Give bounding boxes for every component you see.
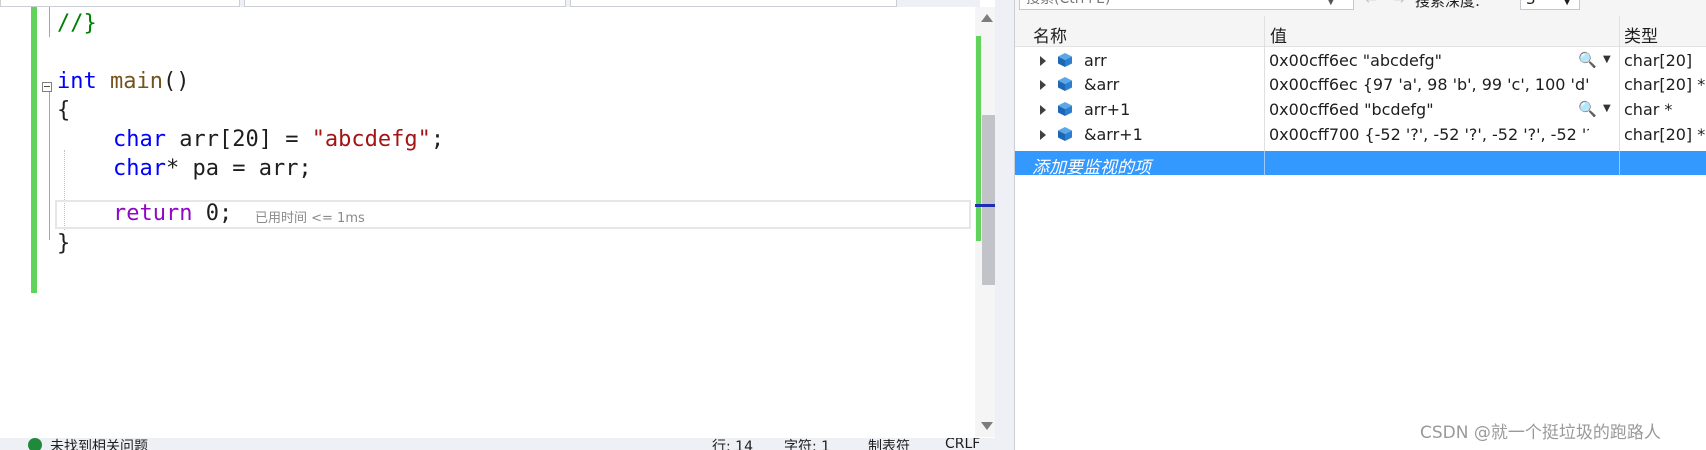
string-token: "abcdefg" [311, 127, 431, 152]
code-line-7[interactable]: return 0; [113, 199, 232, 229]
editor-status-bar: 未找到相关问题 行: 14 字符: 1 制表符 CRLF [0, 438, 995, 450]
scroll-up-arrow-icon[interactable] [981, 14, 993, 22]
line-number[interactable]: 行: 14 [712, 438, 753, 450]
tabs-indicator[interactable]: 制表符 [868, 438, 910, 450]
char-number[interactable]: 字符: 1 [784, 438, 830, 450]
code-line-6[interactable]: char* pa = arr; [113, 154, 312, 184]
code-line-8[interactable]: } [57, 229, 70, 259]
watch-type: char[20] [1624, 51, 1693, 70]
watch-name: &arr [1084, 75, 1120, 94]
watch-value[interactable]: 0x00cff700 {-52 '?', -52 '?', -52 '?', -… [1269, 125, 1589, 144]
watch-grid-header [1015, 16, 1706, 47]
code-token: ; [430, 127, 445, 152]
code-line-3[interactable]: int main() [57, 67, 189, 97]
search-back-arrow-icon[interactable]: ← [1365, 0, 1377, 8]
magnifier-icon[interactable]: 🔍 [1578, 100, 1597, 118]
variable-cube-icon [1058, 127, 1072, 141]
perf-tip[interactable]: 已用时间 <= 1ms [255, 207, 365, 226]
column-divider [1619, 151, 1620, 175]
column-divider [1264, 151, 1265, 175]
change-tracking-bar [31, 7, 37, 293]
keyword-token: int [57, 69, 97, 94]
watch-row[interactable]: arr+1 0x00cff6ed "bcdefg" 🔍 ▼ char * [1015, 97, 1706, 122]
comment-token: //} [57, 11, 97, 36]
code-token: { [57, 98, 71, 123]
watch-name: &arr+1 [1084, 125, 1143, 144]
column-header-value[interactable]: 值 [1270, 22, 1287, 47]
visualizer-dropdown-arrow-icon[interactable]: ▼ [1603, 54, 1611, 65]
add-watch-row[interactable]: 添加要监视的项 [1015, 151, 1706, 178]
search-input[interactable] [1020, 0, 1332, 9]
check-circle-icon [28, 438, 42, 450]
code-editor[interactable]: //} int main() { char arr[20] = "abcdefg… [0, 0, 980, 450]
watch-row[interactable]: &arr+1 0x00cff700 {-52 '?', -52 '?', -52… [1015, 122, 1706, 147]
function-token: main [110, 69, 163, 94]
expand-arrow-icon[interactable] [1040, 130, 1046, 140]
issues-status[interactable]: 未找到相关问题 [50, 438, 148, 450]
number-token: 0 [205, 201, 219, 226]
search-forward-arrow-icon[interactable]: → [1393, 0, 1405, 8]
watch-row[interactable]: &arr 0x00cff6ec {97 'a', 98 'b', 99 'c',… [1015, 72, 1706, 97]
expand-arrow-icon[interactable] [1040, 105, 1046, 115]
code-token: () [162, 69, 190, 94]
editor-navigation-bar [0, 0, 980, 7]
variable-cube-icon [1058, 77, 1072, 91]
eol-indicator[interactable]: CRLF [945, 438, 980, 450]
code-token: * pa = arr; [165, 156, 312, 181]
outline-line [49, 92, 50, 240]
outline-line [49, 7, 50, 37]
watch-row[interactable]: arr 0x00cff6ec "abcdefg" 🔍 ▼ char[20] [1015, 48, 1706, 73]
scrollbar-change-marker [976, 36, 981, 241]
search-depth-select[interactable]: 3 ▼ [1520, 0, 1580, 10]
watch-type: char[20] * [1624, 75, 1706, 94]
keyword-token: char [113, 127, 166, 152]
visualizer-dropdown-arrow-icon[interactable]: ▼ [1603, 103, 1611, 114]
search-depth-value: 3 [1526, 0, 1536, 8]
code-line-4[interactable]: { [57, 96, 70, 126]
magnifier-icon[interactable]: 🔍 [1578, 51, 1597, 69]
search-dropdown-arrow-icon[interactable]: ▼ [1327, 0, 1335, 7]
pane-splitter[interactable] [995, 0, 1015, 450]
column-header-name[interactable]: 名称 [1033, 22, 1067, 47]
watch-window: ▼ ← → 搜索深度: 3 ▼ 名称 值 类型 arr 0x00cff6ec "… [1015, 0, 1706, 450]
watch-type: char * [1624, 100, 1673, 119]
watch-value[interactable]: 0x00cff6ec "abcdefg" [1269, 51, 1589, 70]
scope-dropdown[interactable] [244, 0, 566, 7]
column-header-type[interactable]: 类型 [1624, 22, 1658, 47]
code-token: ; [218, 201, 233, 226]
scrollbar-thumb[interactable] [982, 115, 996, 285]
watch-type: char[20] * [1624, 125, 1706, 144]
watermark: CSDN @就一个挺垃圾的跑路人 [1420, 423, 1661, 443]
project-dropdown[interactable] [0, 0, 240, 7]
code-token: arr[20] = [165, 127, 312, 152]
search-depth-label: 搜索深度: [1415, 0, 1481, 10]
add-watch-placeholder[interactable]: 添加要监视的项 [1032, 153, 1151, 178]
watch-name: arr [1084, 51, 1107, 70]
variable-cube-icon [1058, 53, 1072, 67]
code-line-5[interactable]: char arr[20] = "abcdefg"; [113, 125, 444, 155]
collapse-outline-button[interactable] [42, 82, 52, 92]
code-token: } [57, 231, 71, 256]
keyword-token: return [113, 201, 193, 226]
variable-cube-icon [1058, 102, 1072, 116]
watch-toolbar: ▼ ← → 搜索深度: 3 ▼ [1015, 0, 1706, 16]
expand-arrow-icon[interactable] [1040, 80, 1046, 90]
watch-value[interactable]: 0x00cff6ec {97 'a', 98 'b', 99 'c', 100 … [1269, 75, 1589, 94]
code-line-1[interactable]: //} [57, 9, 97, 39]
chevron-down-icon: ▼ [1563, 0, 1571, 7]
scroll-down-arrow-icon[interactable] [981, 422, 993, 430]
member-dropdown[interactable] [570, 0, 897, 7]
watch-value[interactable]: 0x00cff6ed "bcdefg" [1269, 100, 1589, 119]
keyword-token: char [113, 156, 166, 181]
watch-name: arr+1 [1084, 100, 1131, 119]
expand-arrow-icon[interactable] [1040, 56, 1046, 66]
search-box[interactable] [1019, 0, 1354, 10]
